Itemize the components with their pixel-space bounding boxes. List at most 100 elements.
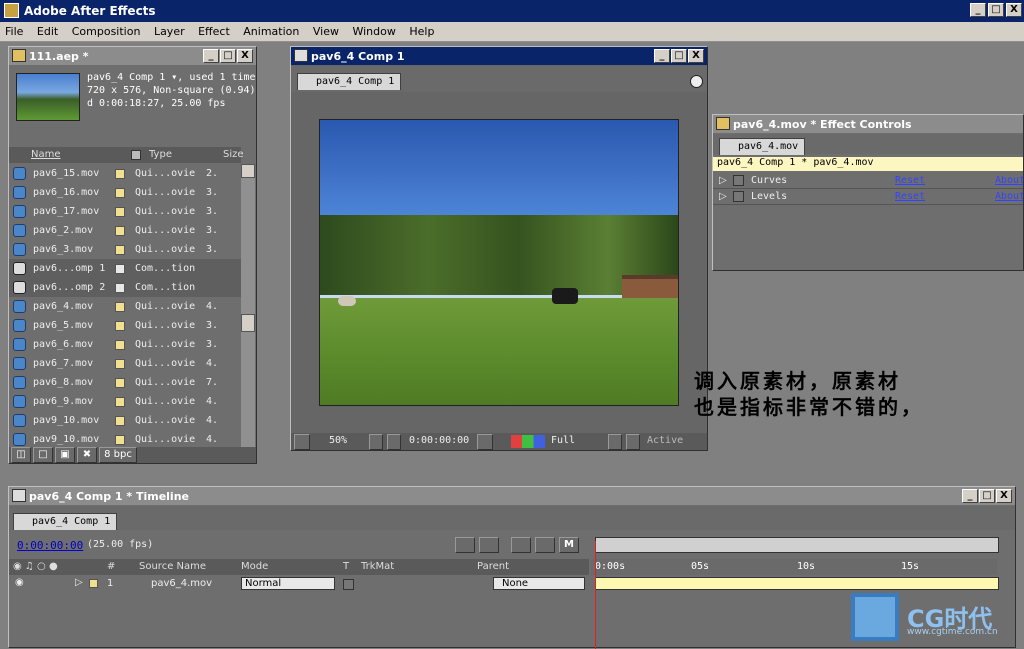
- project-item[interactable]: pav6_17.mov Qui...ovie 3.: [9, 202, 241, 221]
- layer-twirl-icon[interactable]: ▷: [75, 577, 83, 588]
- col-name[interactable]: Name: [31, 149, 61, 160]
- project-item-label[interactable]: [115, 416, 125, 426]
- project-item-label[interactable]: [115, 283, 125, 293]
- project-item[interactable]: pav6_7.mov Qui...ovie 4.: [9, 354, 241, 373]
- menu-help[interactable]: Help: [404, 22, 439, 38]
- project-scrollbar[interactable]: [241, 164, 255, 447]
- layer-duration-bar[interactable]: [595, 577, 999, 590]
- project-item-label[interactable]: [115, 321, 125, 331]
- scroll-thumb[interactable]: [241, 314, 255, 332]
- project-item[interactable]: pav9_10.mov Qui...ovie 4.: [9, 430, 241, 447]
- effect-about-link[interactable]: About: [995, 175, 1023, 186]
- layer-name[interactable]: pav6_4.mov: [151, 578, 212, 589]
- effect-twirl-icon[interactable]: ▷: [719, 191, 727, 202]
- comp-maximize-button[interactable]: □: [671, 49, 687, 63]
- project-item[interactable]: pav6_2.mov Qui...ovie 3.: [9, 221, 241, 240]
- comp-viewer-image[interactable]: [319, 119, 679, 406]
- interpret-footage-icon[interactable]: ◫: [11, 447, 31, 463]
- project-item[interactable]: pav6...omp 1 Com...tion: [9, 259, 241, 278]
- resolution-select[interactable]: Full: [551, 435, 575, 446]
- parent-select[interactable]: None: [493, 577, 585, 590]
- comp-tab[interactable]: pav6_4 Comp 1: [297, 73, 402, 90]
- trash-icon[interactable]: ✖: [77, 447, 97, 463]
- project-item[interactable]: pav6_5.mov Qui...ovie 3.: [9, 316, 241, 335]
- always-preview-icon[interactable]: [294, 434, 310, 450]
- timeline-timecode[interactable]: 0:00:00:00: [17, 539, 83, 552]
- scroll-up-icon[interactable]: [241, 164, 255, 178]
- motion-blur-button[interactable]: M: [559, 537, 579, 553]
- layer-label-color[interactable]: [89, 579, 98, 588]
- region-of-interest-icon[interactable]: [608, 434, 622, 450]
- project-item[interactable]: pav6_3.mov Qui...ovie 3.: [9, 240, 241, 259]
- comp-timecode[interactable]: 0:00:00:00: [409, 435, 469, 446]
- menu-window[interactable]: Window: [347, 22, 400, 38]
- new-folder-icon[interactable]: □: [33, 447, 53, 463]
- time-ruler[interactable]: 0:00s 05s 10s 15s: [591, 559, 997, 575]
- effects-tab[interactable]: pav6_4.mov: [719, 138, 806, 155]
- project-item[interactable]: pav6_15.mov Qui...ovie 2.: [9, 164, 241, 183]
- timeline-maximize-button[interactable]: □: [979, 489, 995, 503]
- layer-row[interactable]: ◉ ▷ 1 pav6_4.mov Normal None: [9, 576, 1015, 592]
- active-camera-select[interactable]: Active: [647, 435, 683, 446]
- project-item-label[interactable]: [115, 340, 125, 350]
- transparency-grid-icon[interactable]: [626, 434, 640, 450]
- menu-file[interactable]: File: [0, 22, 28, 38]
- effect-twirl-icon[interactable]: ▷: [719, 175, 727, 186]
- project-item-label[interactable]: [115, 302, 125, 312]
- project-item[interactable]: pav6_8.mov Qui...ovie 7.: [9, 373, 241, 392]
- menu-view[interactable]: View: [308, 22, 344, 38]
- live-update-icon[interactable]: [455, 537, 475, 553]
- mode-select[interactable]: Normal: [241, 577, 335, 590]
- timeline-minimize-button[interactable]: _: [962, 489, 978, 503]
- safe-margins-icon[interactable]: [369, 434, 383, 450]
- time-navigator[interactable]: [595, 537, 999, 553]
- comp-minimize-button[interactable]: _: [654, 49, 670, 63]
- col-size[interactable]: Size: [223, 149, 244, 160]
- eye-icon[interactable]: ◉: [15, 577, 24, 588]
- comp-close-button[interactable]: X: [688, 49, 704, 63]
- draft-3d-icon[interactable]: [479, 537, 499, 553]
- menu-effect[interactable]: Effect: [193, 22, 235, 38]
- show-channel-icon[interactable]: [511, 435, 545, 448]
- trkmat-checkbox[interactable]: [343, 579, 354, 590]
- mask-view-icon[interactable]: [387, 434, 401, 450]
- effect-enable-checkbox[interactable]: [733, 191, 744, 202]
- shy-layers-icon[interactable]: [511, 537, 531, 553]
- menu-edit[interactable]: Edit: [32, 22, 63, 38]
- maximize-button[interactable]: □: [988, 3, 1004, 17]
- effect-reset-link[interactable]: Reset: [895, 191, 925, 202]
- project-item-label[interactable]: [115, 397, 125, 407]
- bpc-button[interactable]: 8 bpc: [99, 447, 137, 463]
- label-column-icon[interactable]: [131, 150, 141, 160]
- project-item-label[interactable]: [115, 264, 125, 274]
- new-comp-icon[interactable]: ▣: [55, 447, 75, 463]
- project-close-button[interactable]: X: [237, 49, 253, 63]
- project-item[interactable]: pav6_4.mov Qui...ovie 4.: [9, 297, 241, 316]
- project-item[interactable]: pav6_9.mov Qui...ovie 4.: [9, 392, 241, 411]
- effect-about-link[interactable]: About: [995, 191, 1023, 202]
- timeline-tab[interactable]: pav6_4 Comp 1: [13, 513, 118, 530]
- snapshot-icon[interactable]: [477, 434, 493, 450]
- project-item-label[interactable]: [115, 226, 125, 236]
- project-item-label[interactable]: [115, 359, 125, 369]
- menu-animation[interactable]: Animation: [238, 22, 304, 38]
- zoom-select[interactable]: 50%: [329, 435, 347, 446]
- timeline-close-button[interactable]: X: [996, 489, 1012, 503]
- project-item-label[interactable]: [115, 169, 125, 179]
- menu-layer[interactable]: Layer: [149, 22, 190, 38]
- project-item-label[interactable]: [115, 188, 125, 198]
- close-button[interactable]: X: [1006, 3, 1022, 17]
- comp-menu-arrow-icon[interactable]: [690, 75, 703, 88]
- project-item-label[interactable]: [115, 207, 125, 217]
- project-minimize-button[interactable]: _: [203, 49, 219, 63]
- project-item-label[interactable]: [115, 378, 125, 388]
- minimize-button[interactable]: _: [970, 3, 986, 17]
- project-item[interactable]: pav9_10.mov Qui...ovie 4.: [9, 411, 241, 430]
- project-item-label[interactable]: [115, 435, 125, 445]
- effect-reset-link[interactable]: Reset: [895, 175, 925, 186]
- project-item-label[interactable]: [115, 245, 125, 255]
- effect-row[interactable]: ▷ Curves Reset About: [713, 173, 1023, 189]
- project-item[interactable]: pav6...omp 2 Com...tion: [9, 278, 241, 297]
- frame-blending-icon[interactable]: [535, 537, 555, 553]
- project-item[interactable]: pav6_6.mov Qui...ovie 3.: [9, 335, 241, 354]
